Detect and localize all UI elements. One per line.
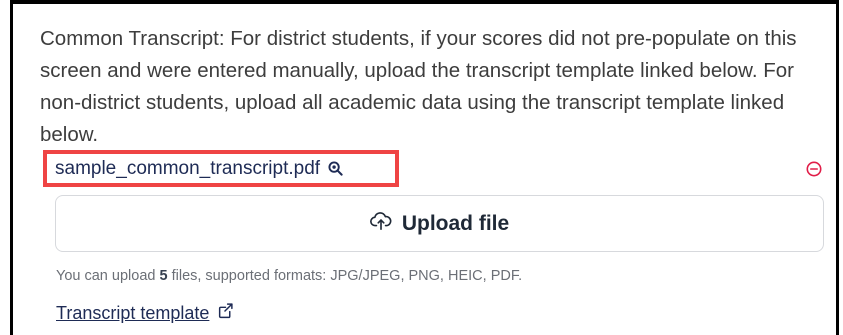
hint-suffix: files, supported formats: JPG/JPEG, PNG,… xyxy=(167,268,523,284)
minus-circle-icon[interactable] xyxy=(806,161,822,177)
hint-file-count: 5 xyxy=(159,268,168,284)
transcript-template-label: Transcript template xyxy=(56,302,210,323)
upload-file-button[interactable]: Upload file xyxy=(55,195,824,252)
cloud-upload-icon xyxy=(369,211,392,236)
upload-description: Common Transcript: For district students… xyxy=(40,27,797,146)
upload-button-label: Upload file xyxy=(401,211,510,235)
magnifier-icon[interactable] xyxy=(328,161,343,176)
uploaded-file-name[interactable]: sample_common_transcript.pdf xyxy=(55,158,320,180)
upload-hint: You can upload 5 files, supported format… xyxy=(56,268,522,284)
transcript-template-link[interactable]: Transcript template xyxy=(56,302,234,324)
external-link-icon xyxy=(217,302,234,324)
uploaded-file-highlight: sample_common_transcript.pdf xyxy=(43,150,399,187)
hint-prefix: You can upload xyxy=(56,268,160,284)
